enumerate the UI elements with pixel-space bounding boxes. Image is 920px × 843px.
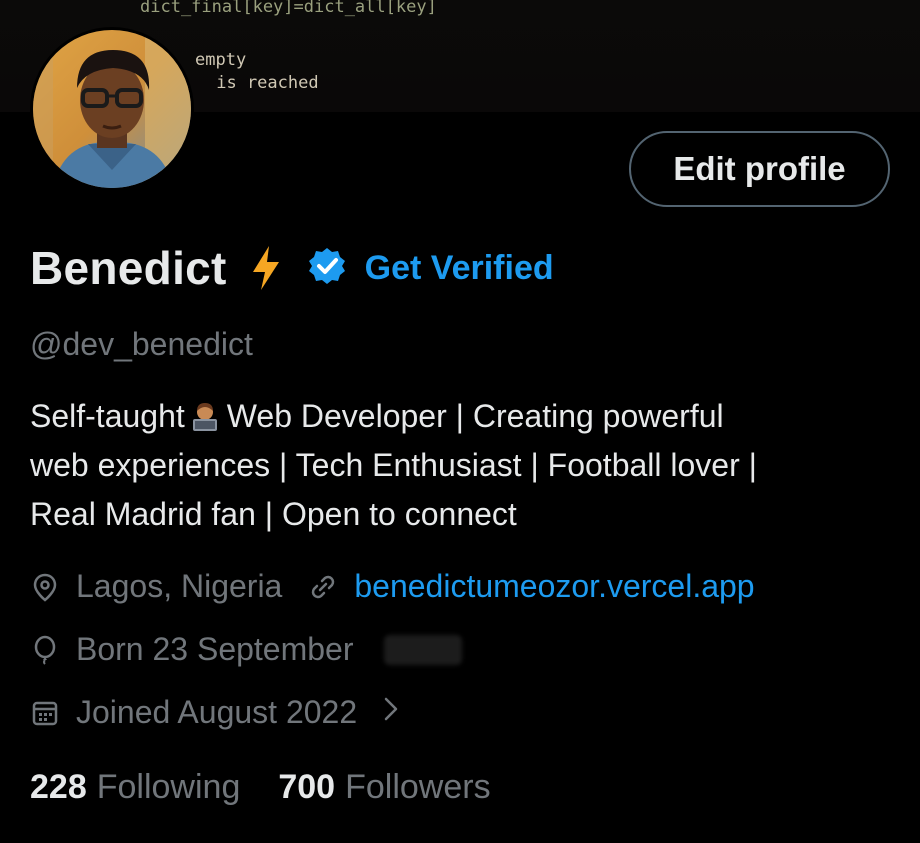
bio-line: Self-taught Web Developer | Creating powe… xyxy=(30,392,890,441)
bio-text: Self-taught xyxy=(30,398,185,434)
link-icon xyxy=(308,572,338,602)
get-verified-link[interactable]: Get Verified xyxy=(307,246,554,291)
profile-meta-row: Lagos, Nigeria benedictumeozor.vercel.ap… xyxy=(30,568,755,605)
name-row: Benedict Get Verified xyxy=(30,236,554,300)
calendar-icon xyxy=(30,698,60,728)
display-name: Benedict xyxy=(30,242,227,294)
bio: Self-taught Web Developer | Creating powe… xyxy=(30,392,890,539)
bio-text: Web Developer | Creating powerful xyxy=(226,398,724,434)
chevron-right-icon[interactable] xyxy=(383,696,399,730)
location-text: Lagos, Nigeria xyxy=(76,568,283,604)
redacted-birth-year xyxy=(383,634,462,665)
get-verified-label: Get Verified xyxy=(364,248,554,287)
birthday-balloon-icon xyxy=(30,635,60,665)
verified-badge-icon xyxy=(307,246,347,291)
banner-code-line: is reached xyxy=(206,73,319,93)
follow-stats: 228 Following 700 Followers xyxy=(30,768,491,807)
username-handle: @dev_benedict xyxy=(30,326,253,362)
followers-count: 700 xyxy=(278,768,336,806)
following-link[interactable]: 228 Following xyxy=(30,768,240,807)
following-count: 228 xyxy=(30,768,87,806)
bio-line: Real Madrid fan | Open to connect xyxy=(30,496,517,532)
followers-link[interactable]: 700 Followers xyxy=(278,768,490,807)
birthday-text: Born 23 September xyxy=(76,631,354,667)
banner-code-line: empty xyxy=(195,50,247,70)
bio-line: web experiences | Tech Enthusiast | Foot… xyxy=(30,447,757,483)
location-pin-icon xyxy=(30,572,60,602)
lightning-bolt-icon xyxy=(251,245,281,295)
followers-label: Followers xyxy=(345,768,491,806)
banner-code-line: dict_final[key]=dict_all[key] xyxy=(140,0,437,17)
technologist-emoji-icon xyxy=(189,398,221,431)
profile-meta-row: Born 23 September xyxy=(30,631,462,668)
profile-meta-row: Joined August 2022 xyxy=(30,694,399,731)
joined-text: Joined August 2022 xyxy=(76,694,358,730)
website-link[interactable]: benedictumeozor.vercel.app xyxy=(354,568,754,605)
edit-profile-button[interactable]: Edit profile xyxy=(629,131,890,207)
avatar-illustration xyxy=(33,30,191,188)
following-label: Following xyxy=(96,768,241,806)
avatar[interactable] xyxy=(30,27,194,191)
